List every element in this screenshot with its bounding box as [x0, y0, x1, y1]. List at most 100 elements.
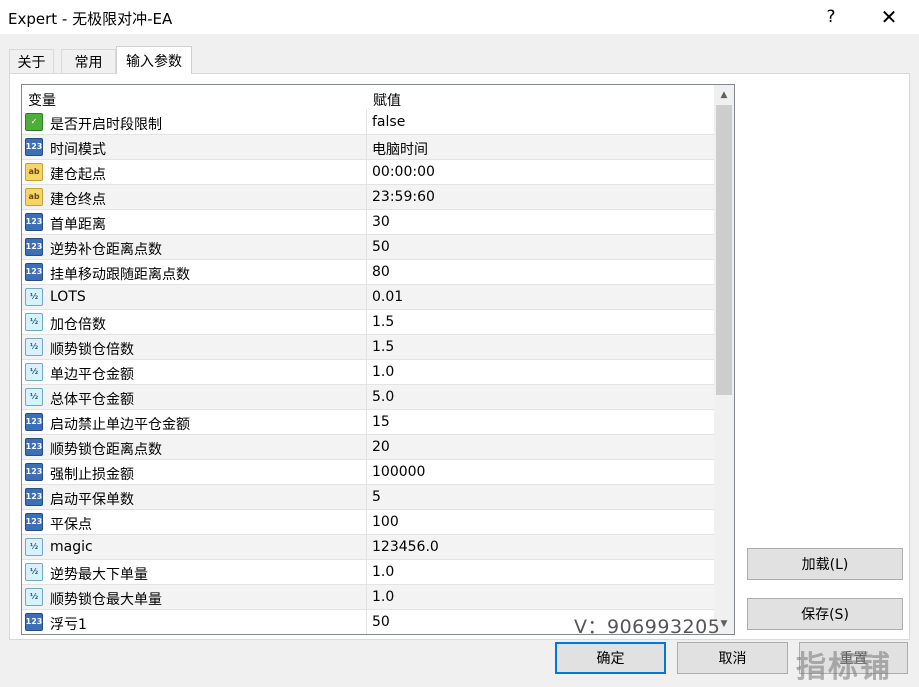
variable-value[interactable]: 30: [372, 214, 390, 230]
variable-value[interactable]: 123456.0: [372, 539, 439, 555]
variable-value[interactable]: 1.0: [372, 364, 394, 380]
table-row[interactable]: ½ LOTS 0.01: [22, 285, 714, 310]
boolean-type-icon: ✓: [25, 113, 43, 131]
scroll-up-icon[interactable]: ▲: [714, 85, 734, 105]
variable-value[interactable]: 5.0: [372, 389, 394, 405]
variable-name: 加仓倍数: [50, 317, 106, 333]
column-divider: [366, 435, 367, 460]
table-row[interactable]: 123 挂单移动跟随距离点数 80: [22, 260, 714, 285]
tab-common[interactable]: 常用: [61, 49, 116, 74]
variable-value[interactable]: 电脑时间: [372, 139, 428, 159]
variable-value[interactable]: 100000: [372, 464, 425, 480]
integer-type-icon: 123: [25, 438, 43, 456]
column-divider: [366, 385, 367, 410]
variable-name: 首单距离: [50, 217, 106, 233]
table-row[interactable]: 123 启动平保单数 5: [22, 485, 714, 510]
variable-name: 浮亏1: [50, 617, 87, 633]
variable-name: 逆势补仓距离点数: [50, 242, 162, 258]
variable-value[interactable]: 100: [372, 514, 399, 530]
double-type-icon: ½: [25, 563, 43, 581]
tab-about[interactable]: 关于: [9, 49, 54, 74]
variable-name: 平保点: [50, 517, 92, 533]
variable-name: 强制止损金额: [50, 467, 134, 483]
table-row[interactable]: ½ magic 123456.0: [22, 535, 714, 560]
cancel-button[interactable]: 取消: [677, 642, 788, 674]
window-title: Expert - 无极限对冲-EA: [8, 10, 173, 28]
variable-name: 建仓终点: [50, 192, 106, 208]
variable-value[interactable]: 80: [372, 264, 390, 280]
table-row[interactable]: 123 首单距离 30: [22, 210, 714, 235]
variable-name: 顺势锁仓倍数: [50, 342, 134, 358]
vertical-scrollbar[interactable]: ▲ ▼: [714, 85, 734, 634]
table-row[interactable]: 123 启动禁止单边平仓金额 15: [22, 410, 714, 435]
table-row[interactable]: ½ 单边平仓金额 1.0: [22, 360, 714, 385]
variable-value[interactable]: 23:59:60: [372, 189, 435, 205]
save-button[interactable]: 保存(S): [747, 598, 903, 630]
help-button[interactable]: ?: [808, 0, 854, 34]
string-type-icon: ab: [25, 163, 43, 181]
table-row[interactable]: ab 建仓终点 23:59:60: [22, 185, 714, 210]
column-divider: [366, 410, 367, 435]
variable-value[interactable]: 15: [372, 414, 390, 430]
load-button[interactable]: 加载(L): [747, 548, 903, 580]
column-divider: [366, 560, 367, 585]
table-row[interactable]: 123 时间模式 电脑时间: [22, 135, 714, 160]
variable-value[interactable]: 00:00:00: [372, 164, 435, 180]
table-row[interactable]: 123 逆势补仓距离点数 50: [22, 235, 714, 260]
integer-type-icon: 123: [25, 488, 43, 506]
variable-name: 总体平仓金额: [50, 392, 134, 408]
variable-name: 逆势最大下单量: [50, 567, 148, 583]
double-type-icon: ½: [25, 338, 43, 356]
column-header-value[interactable]: 赋值: [373, 90, 401, 110]
double-type-icon: ½: [25, 588, 43, 606]
column-divider: [366, 110, 367, 135]
table-row[interactable]: ½ 总体平仓金额 5.0: [22, 385, 714, 410]
variable-value[interactable]: 1.5: [372, 339, 394, 355]
table-row[interactable]: 123 强制止损金额 100000: [22, 460, 714, 485]
variable-value[interactable]: 20: [372, 439, 390, 455]
ok-button[interactable]: 确定: [555, 642, 666, 674]
double-type-icon: ½: [25, 388, 43, 406]
column-divider: [366, 510, 367, 535]
variable-value[interactable]: false: [372, 114, 405, 130]
column-divider: [366, 185, 367, 210]
table-row[interactable]: ab 建仓起点 00:00:00: [22, 160, 714, 185]
variable-value[interactable]: 1.0: [372, 564, 394, 580]
variable-value[interactable]: 50: [372, 239, 390, 255]
variable-value[interactable]: 50: [372, 614, 390, 630]
variable-name: 挂单移动跟随距离点数: [50, 267, 190, 283]
table-row[interactable]: ½ 逆势最大下单量 1.0: [22, 560, 714, 585]
integer-type-icon: 123: [25, 513, 43, 531]
column-divider: [366, 610, 367, 634]
column-divider: [366, 460, 367, 485]
column-divider: [366, 285, 367, 310]
table-row[interactable]: 123 顺势锁仓距离点数 20: [22, 435, 714, 460]
variable-name: 建仓起点: [50, 167, 106, 183]
variable-name: 是否开启时段限制: [50, 117, 162, 133]
table-row[interactable]: ✓ 是否开启时段限制 false: [22, 110, 714, 135]
scrollbar-thumb[interactable]: [716, 105, 732, 395]
column-divider: [366, 585, 367, 610]
column-header-variable[interactable]: 变量: [28, 90, 56, 110]
column-divider: [366, 260, 367, 285]
variable-name: 时间模式: [50, 142, 106, 158]
double-type-icon: ½: [25, 363, 43, 381]
table-row[interactable]: 123 平保点 100: [22, 510, 714, 535]
table-header: 变量 赋值: [22, 85, 714, 110]
variable-value[interactable]: 5: [372, 489, 381, 505]
table-row[interactable]: ½ 加仓倍数 1.5: [22, 310, 714, 335]
variable-value[interactable]: 1.5: [372, 314, 394, 330]
integer-type-icon: 123: [25, 463, 43, 481]
table-row[interactable]: ½ 顺势锁仓倍数 1.5: [22, 335, 714, 360]
logo-watermark: 指标铺: [796, 650, 892, 685]
variable-value[interactable]: 1.0: [372, 589, 394, 605]
parameters-table: 变量 赋值 ✓ 是否开启时段限制 false 123 时间模式 电脑时间 ab 建仓起点 00:…: [21, 84, 735, 635]
tab-input-parameters[interactable]: 输入参数: [116, 46, 192, 74]
close-button[interactable]: ✕: [866, 0, 912, 34]
column-divider: [366, 210, 367, 235]
column-divider: [366, 135, 367, 160]
variable-name: LOTS: [50, 289, 86, 305]
variable-value[interactable]: 0.01: [372, 289, 403, 305]
table-row[interactable]: ½ 顺势锁仓最大单量 1.0: [22, 585, 714, 610]
string-type-icon: ab: [25, 188, 43, 206]
